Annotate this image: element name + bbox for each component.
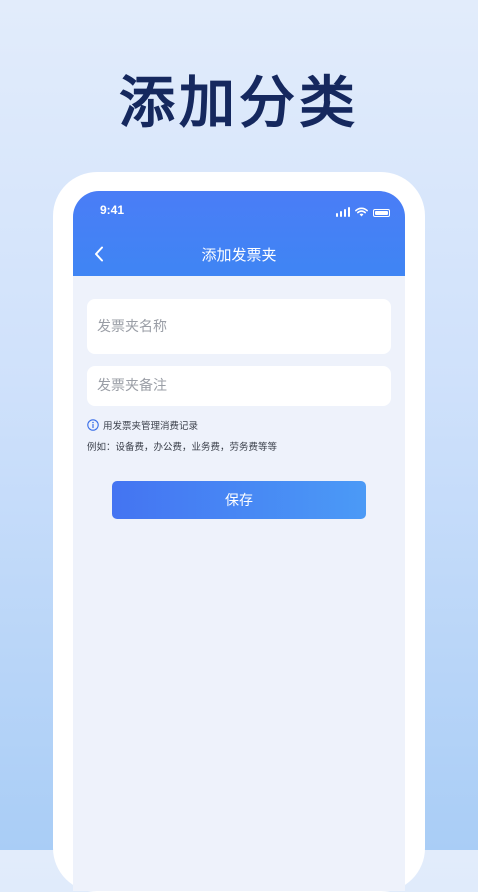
status-icons bbox=[335, 205, 390, 217]
wifi-icon bbox=[355, 207, 368, 217]
hint-row: 用发票夹管理消费记录 bbox=[87, 418, 198, 432]
signal-icon bbox=[335, 207, 350, 217]
status-time: 9:41 bbox=[100, 203, 125, 217]
page-title: 添加发票夹 bbox=[201, 246, 277, 264]
app-screen: 9:41 添加发票夹 用发票夹管 bbox=[73, 191, 405, 891]
save-button[interactable]: 保存 bbox=[112, 481, 366, 519]
folder-note-input[interactable] bbox=[95, 377, 383, 395]
battery-icon bbox=[373, 209, 390, 217]
promo-title: 添加分类 bbox=[119, 71, 359, 136]
folder-note-field[interactable] bbox=[87, 366, 391, 406]
folder-name-input[interactable] bbox=[95, 317, 383, 336]
hint-text: 用发票夹管理消费记录 bbox=[103, 421, 199, 432]
app-header: 9:41 添加发票夹 bbox=[73, 191, 405, 276]
folder-name-field[interactable] bbox=[87, 299, 391, 354]
info-icon bbox=[87, 419, 99, 431]
example-text: 例如：设备费，办公费，业务费，劳务费等等 bbox=[87, 442, 278, 453]
